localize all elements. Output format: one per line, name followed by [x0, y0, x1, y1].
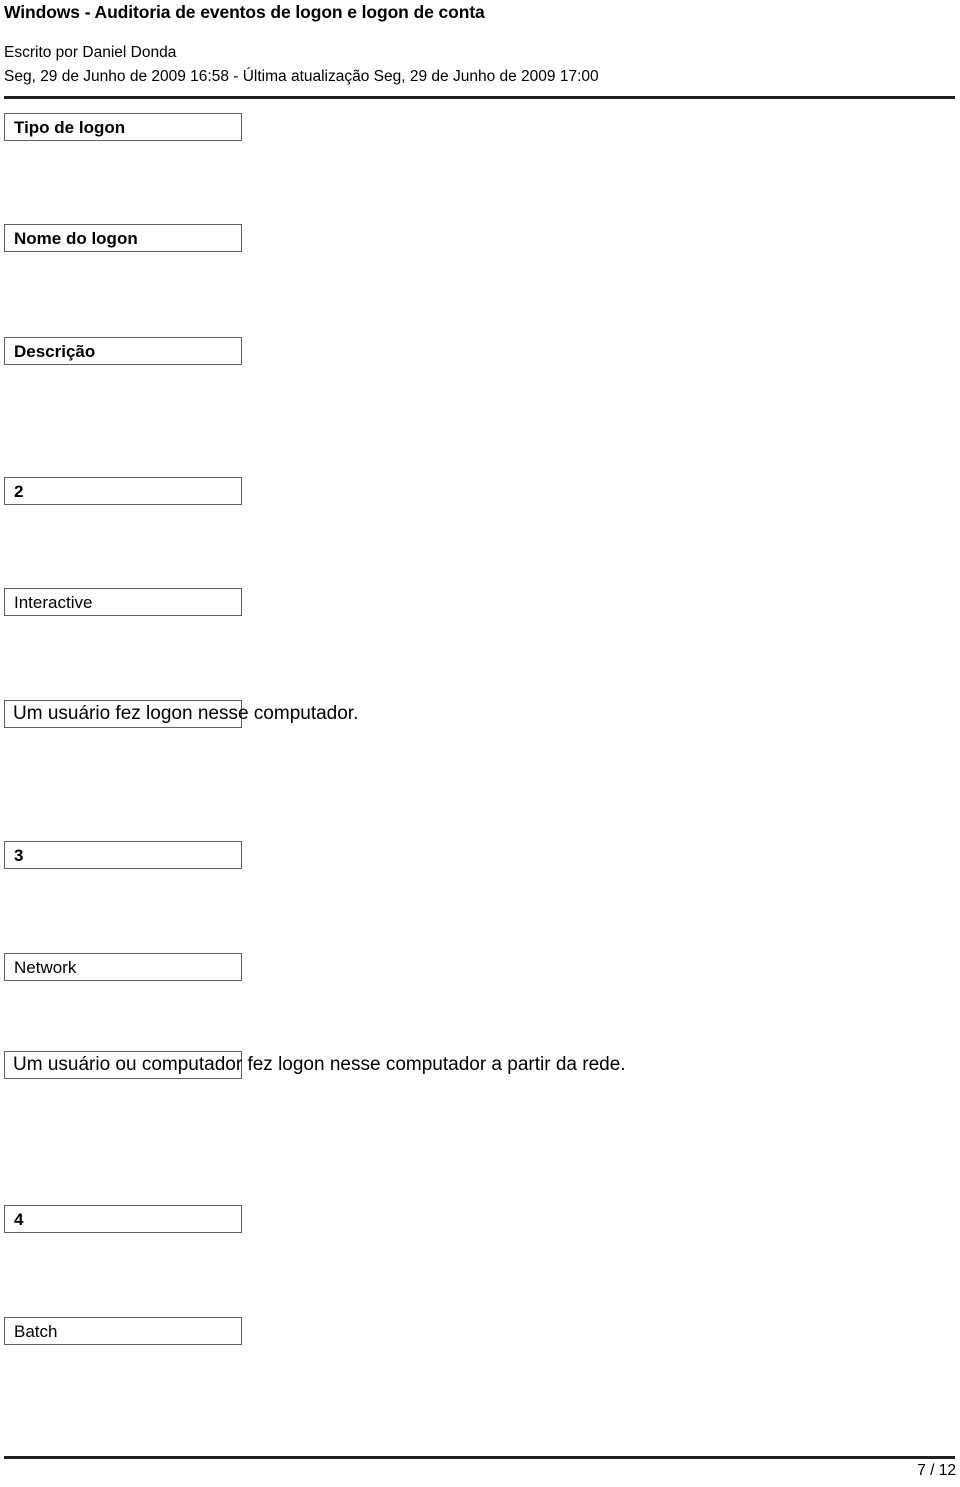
logon-name-value: Interactive: [14, 593, 93, 612]
table-header-label: Tipo de logon: [14, 118, 126, 137]
page-number: 7 / 12: [917, 1462, 956, 1479]
table-row: 4: [4, 1205, 242, 1233]
table-row: Interactive: [4, 588, 242, 616]
header-divider: [4, 96, 955, 99]
logon-type-value: 2: [14, 482, 24, 501]
table-header-label: Nome do logon: [14, 229, 138, 248]
document-page: Windows - Auditoria de eventos de logon …: [0, 0, 960, 1487]
table-row: 3: [4, 841, 242, 869]
logon-type-value: 4: [14, 1210, 24, 1229]
logon-name-value: Batch: [14, 1322, 58, 1341]
footer-divider: [4, 1456, 955, 1459]
logon-description-value: Um usuário fez logon nesse computador.: [13, 703, 359, 724]
table-row: 2: [4, 477, 242, 505]
table-row: Batch: [4, 1317, 242, 1345]
page-title: Windows - Auditoria de eventos de logon …: [4, 2, 485, 22]
table-row: Network: [4, 953, 242, 981]
logon-name-value: Network: [14, 958, 77, 977]
author-byline: Escrito por Daniel Donda: [4, 44, 177, 61]
table-header-label: Descrição: [14, 342, 96, 361]
logon-description-value: Um usuário ou computador fez logon nesse…: [13, 1054, 626, 1075]
table-header-cell-logon-name: Nome do logon: [4, 224, 242, 252]
table-header-cell-description: Descrição: [4, 337, 242, 365]
logon-type-value: 3: [14, 846, 24, 865]
table-header-cell-logon-type: Tipo de logon: [4, 113, 242, 141]
publish-date-line: Seg, 29 de Junho de 2009 16:58 - Última …: [4, 68, 599, 85]
